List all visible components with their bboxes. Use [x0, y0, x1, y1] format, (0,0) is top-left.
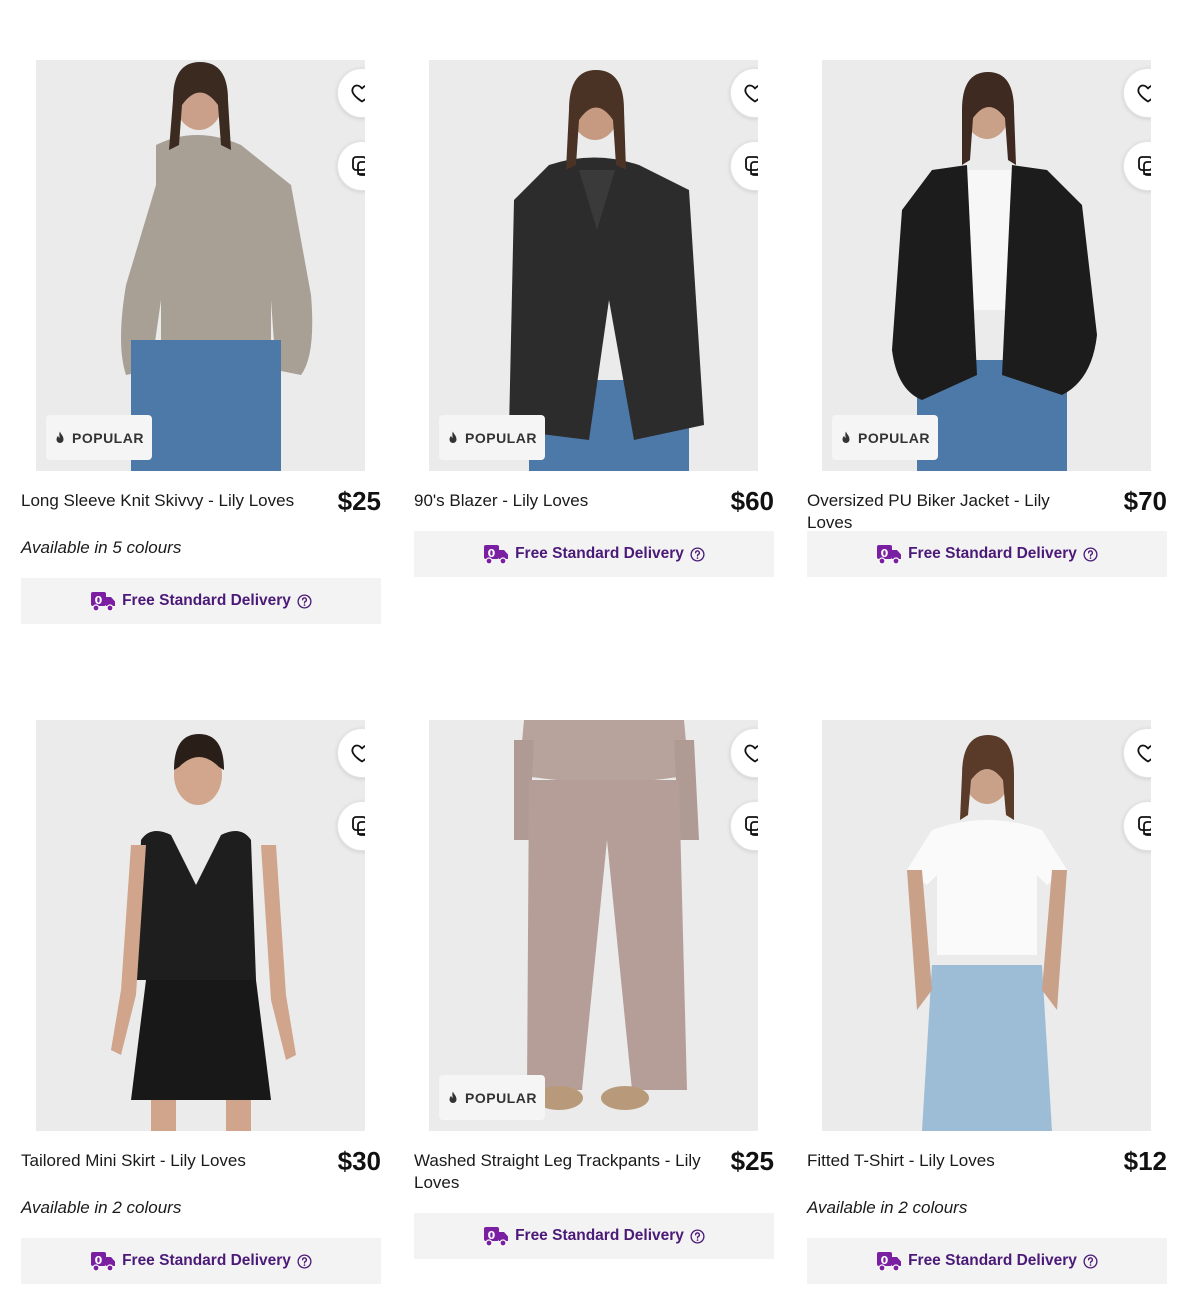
- product-price: $30: [337, 1146, 381, 1176]
- heart-icon: [350, 81, 365, 105]
- delivery-truck-icon: [483, 1225, 509, 1247]
- delivery-label: Free Standard Delivery: [908, 545, 1077, 562]
- flame-icon: [54, 431, 66, 445]
- product-image[interactable]: POPULAR: [822, 60, 1151, 471]
- delivery-label: Free Standard Delivery: [515, 1227, 684, 1244]
- badge-label: POPULAR: [858, 429, 930, 446]
- popular-badge: POPULAR: [439, 1075, 545, 1120]
- delivery-truck-icon: [483, 543, 509, 565]
- delivery-truck-icon: [876, 543, 902, 565]
- colour-availability: Available in 5 colours: [21, 538, 182, 557]
- delivery-truck-icon: [90, 590, 116, 612]
- free-delivery-banner[interactable]: Free Standard Delivery: [21, 578, 381, 624]
- product-title[interactable]: Oversized PU Biker Jacket - Lily Loves: [807, 490, 1097, 534]
- product-title[interactable]: 90's Blazer - Lily Loves: [414, 490, 704, 512]
- colour-availability: Available in 2 colours: [21, 1198, 182, 1217]
- flame-icon: [840, 431, 852, 445]
- badge-label: POPULAR: [465, 429, 537, 446]
- compare-icon: [1136, 154, 1151, 178]
- flame-icon: [447, 1091, 459, 1105]
- product-image[interactable]: POPULAR: [429, 60, 758, 471]
- product-image[interactable]: POPULAR: [36, 60, 365, 471]
- product-image[interactable]: [822, 720, 1151, 1131]
- flame-icon: [447, 431, 459, 445]
- colour-availability: Available in 2 colours: [807, 1198, 968, 1217]
- popular-badge: POPULAR: [832, 415, 938, 460]
- product-price: $25: [730, 1146, 774, 1176]
- product-title[interactable]: Fitted T-Shirt - Lily Loves: [807, 1150, 1097, 1172]
- free-delivery-banner[interactable]: Free Standard Delivery: [807, 1238, 1167, 1284]
- badge-label: POPULAR: [72, 429, 144, 446]
- delivery-label: Free Standard Delivery: [515, 545, 684, 562]
- compare-icon: [1136, 814, 1151, 838]
- help-circle-icon[interactable]: [1083, 1254, 1098, 1269]
- delivery-label: Free Standard Delivery: [122, 592, 291, 609]
- popular-badge: POPULAR: [439, 415, 545, 460]
- product-image[interactable]: [36, 720, 365, 1131]
- product-title[interactable]: Long Sleeve Knit Skivvy - Lily Loves: [21, 490, 311, 512]
- free-delivery-banner[interactable]: Free Standard Delivery: [414, 1213, 774, 1259]
- popular-badge: POPULAR: [46, 415, 152, 460]
- compare-icon: [743, 154, 758, 178]
- badge-label: POPULAR: [465, 1089, 537, 1106]
- heart-icon: [350, 741, 365, 765]
- delivery-truck-icon: [90, 1250, 116, 1272]
- product-title[interactable]: Tailored Mini Skirt - Lily Loves: [21, 1150, 311, 1172]
- help-circle-icon[interactable]: [1083, 547, 1098, 562]
- heart-icon: [743, 741, 758, 765]
- heart-icon: [743, 81, 758, 105]
- heart-icon: [1136, 741, 1151, 765]
- free-delivery-banner[interactable]: Free Standard Delivery: [807, 531, 1167, 577]
- help-circle-icon[interactable]: [690, 547, 705, 562]
- product-price: $70: [1123, 486, 1167, 516]
- product-title[interactable]: Washed Straight Leg Trackpants - Lily Lo…: [414, 1150, 704, 1194]
- heart-icon: [1136, 81, 1151, 105]
- help-circle-icon[interactable]: [690, 1229, 705, 1244]
- compare-icon: [350, 814, 365, 838]
- product-price: $25: [337, 486, 381, 516]
- product-image[interactable]: POPULAR: [429, 720, 758, 1131]
- delivery-label: Free Standard Delivery: [122, 1252, 291, 1269]
- product-price: $12: [1123, 1146, 1167, 1176]
- help-circle-icon[interactable]: [297, 594, 312, 609]
- free-delivery-banner[interactable]: Free Standard Delivery: [21, 1238, 381, 1284]
- product-price: $60: [730, 486, 774, 516]
- compare-icon: [350, 154, 365, 178]
- delivery-truck-icon: [876, 1250, 902, 1272]
- help-circle-icon[interactable]: [297, 1254, 312, 1269]
- free-delivery-banner[interactable]: Free Standard Delivery: [414, 531, 774, 577]
- compare-icon: [743, 814, 758, 838]
- delivery-label: Free Standard Delivery: [908, 1252, 1077, 1269]
